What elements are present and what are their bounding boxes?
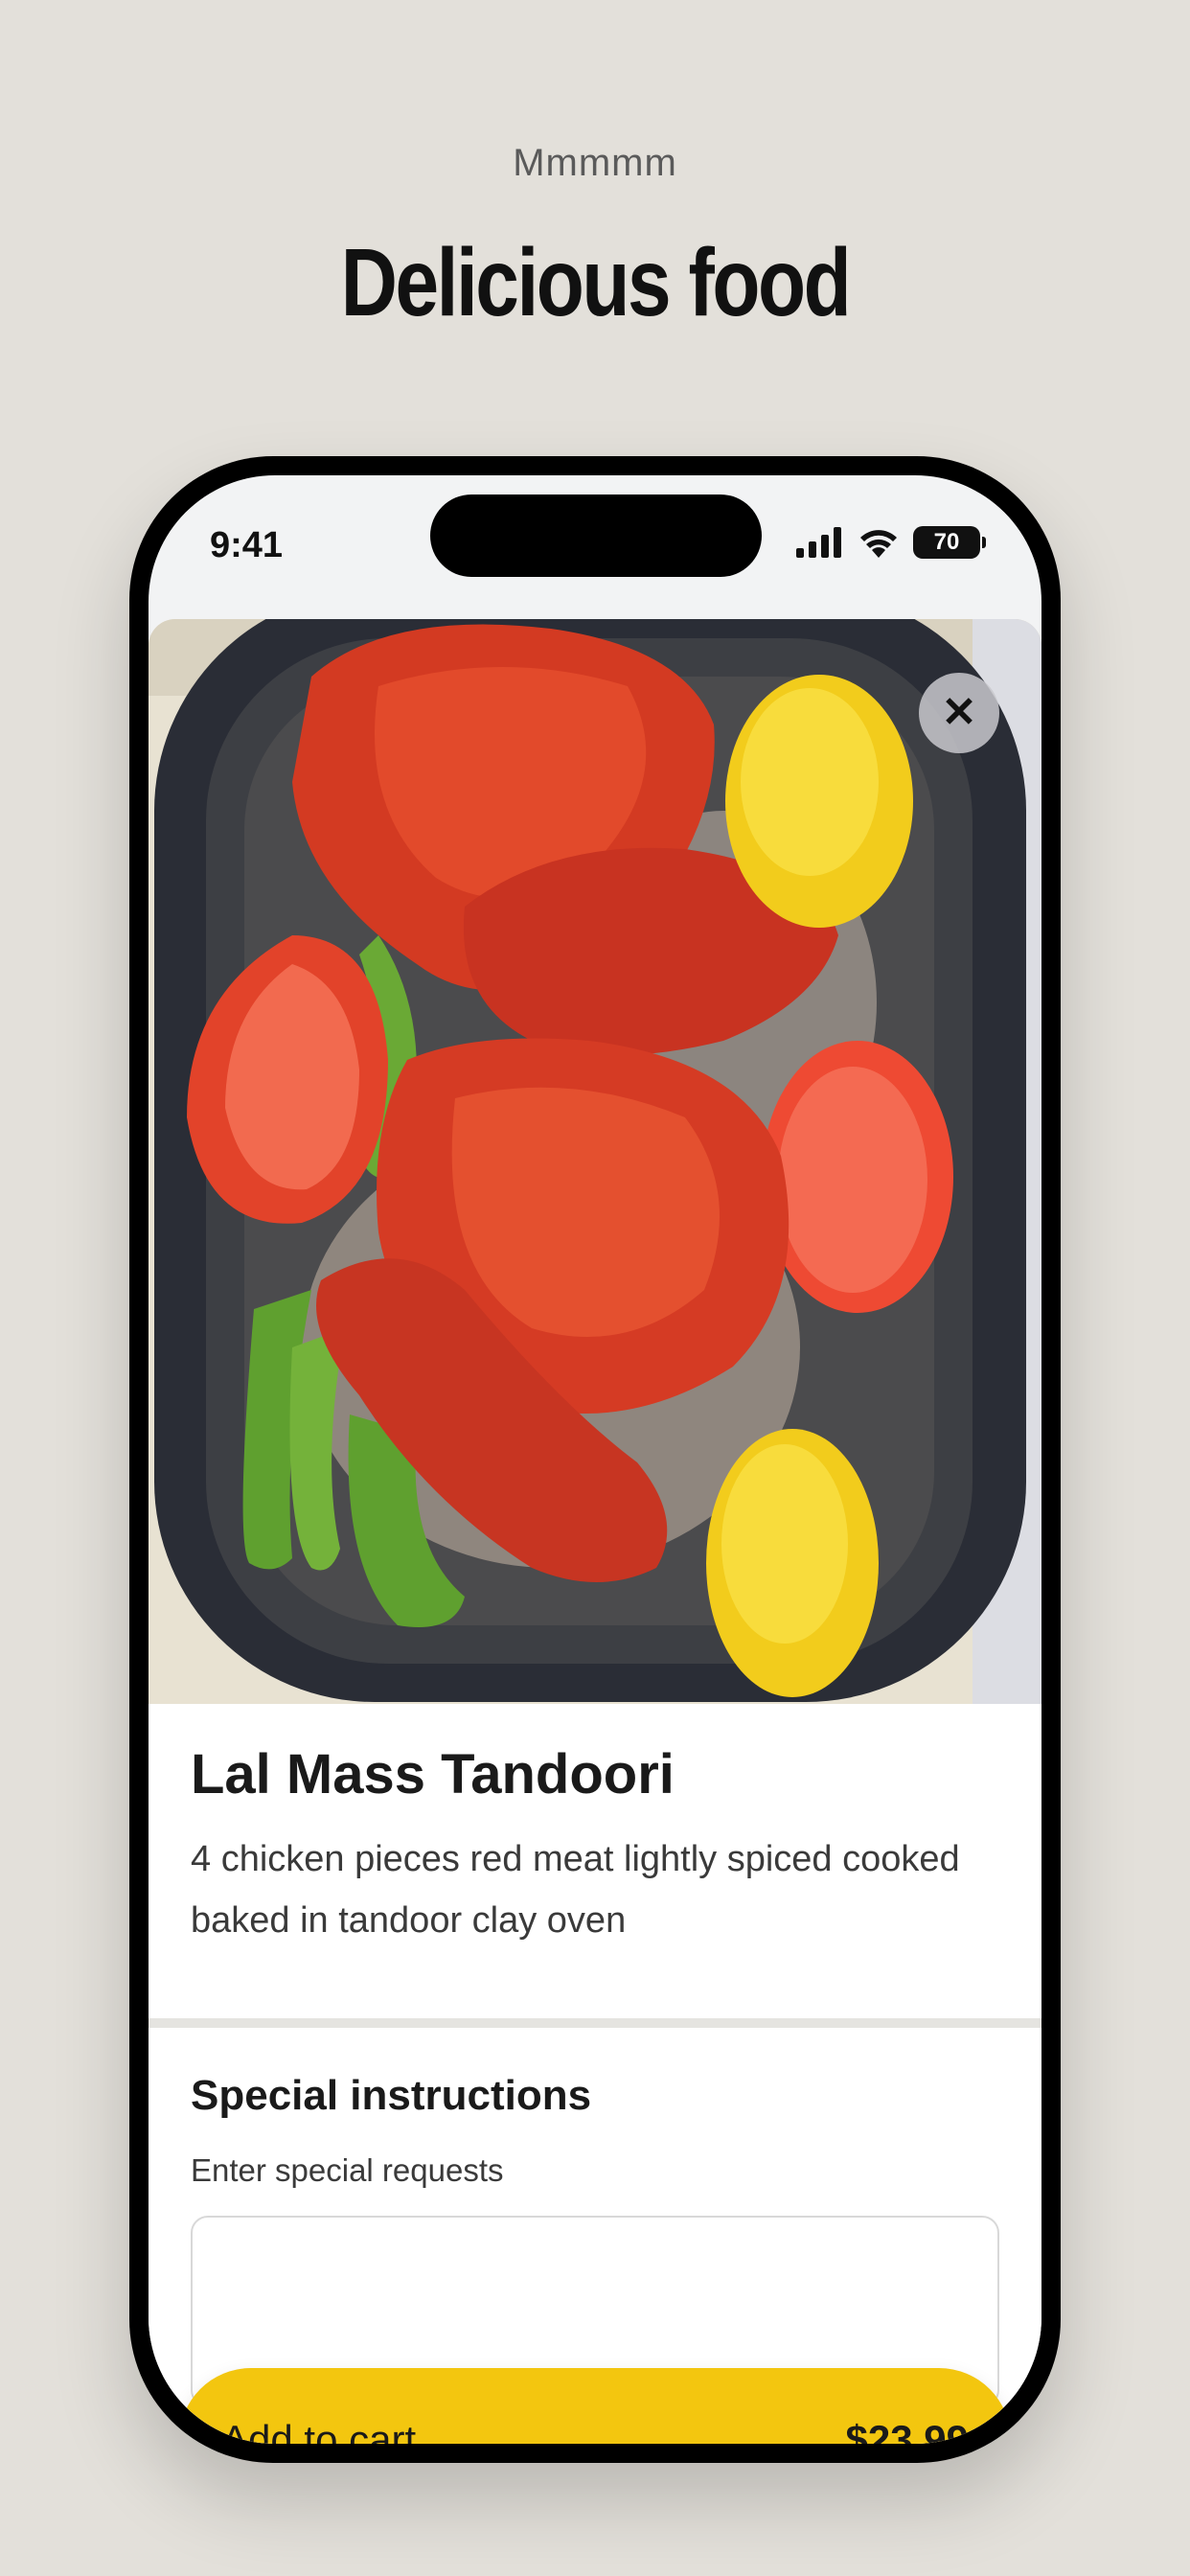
- status-time: 9:41: [210, 525, 284, 565]
- food-photo: [149, 619, 1041, 1704]
- item-sheet: ✕ Lal Mass Tandoori 4 chicken pieces red…: [149, 619, 1041, 2444]
- add-to-cart-button[interactable]: Add to cart $23.99: [179, 2368, 1011, 2444]
- promo-headline: Delicious food: [340, 229, 852, 336]
- status-bar: 9:41 70: [149, 475, 1041, 619]
- close-icon: ✕: [941, 689, 977, 736]
- battery-icon: 70: [913, 526, 986, 559]
- status-icons: 70: [796, 523, 986, 562]
- item-title: Lal Mass Tandoori: [191, 1743, 675, 1806]
- signal-icon: [796, 527, 841, 558]
- section-divider: [149, 2018, 1041, 2028]
- special-instructions-title: Special instructions: [191, 2072, 592, 2119]
- special-instructions-subtitle: Enter special requests: [191, 2152, 504, 2188]
- phone-frame: 9:41 70 ✕ Lal Mass Tandoori 4 chicken pi…: [129, 456, 1061, 2463]
- add-to-cart-label: Add to cart: [221, 2417, 417, 2444]
- cart-price: $23.99: [845, 2417, 969, 2444]
- wifi-icon: [860, 530, 897, 558]
- dynamic-island: [430, 494, 762, 577]
- item-description: 4 chicken pieces red meat lightly spiced…: [191, 1839, 960, 1941]
- close-button[interactable]: ✕: [919, 673, 999, 753]
- phone-screen: 9:41 70 ✕ Lal Mass Tandoori 4 chicken pi…: [149, 475, 1041, 2444]
- promo-eyebrow: Mmmmm: [513, 142, 677, 184]
